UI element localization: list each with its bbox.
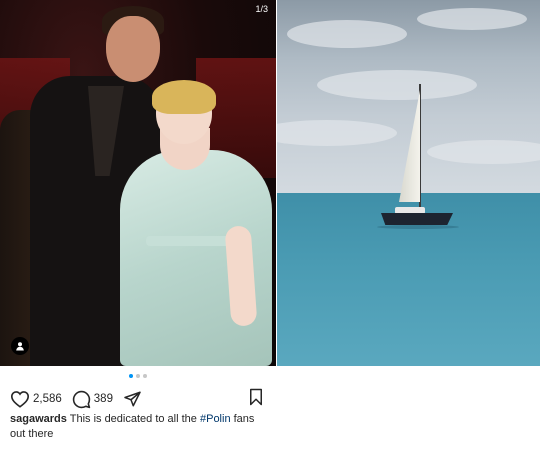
post-photo[interactable]: 1/3: [0, 0, 276, 366]
post-actions: 2,586 389: [10, 388, 270, 410]
bookmark-icon: [250, 388, 262, 406]
carousel-dot-3[interactable]: [143, 374, 147, 378]
comment-icon: [72, 390, 90, 408]
person-icon: [16, 342, 24, 351]
heart-icon: [10, 391, 30, 408]
cloud: [287, 20, 407, 48]
save-button[interactable]: [248, 388, 264, 411]
instagram-post: 1/3 2,586 389 sagawards This is dedicate…: [0, 0, 276, 450]
send-icon: [124, 391, 141, 407]
comment-button[interactable]: 389: [72, 390, 113, 409]
man-head: [106, 16, 160, 82]
like-button[interactable]: 2,586: [10, 390, 62, 408]
like-count: 2,586: [33, 393, 62, 405]
cloud: [417, 8, 527, 30]
comment-count: 389: [93, 393, 113, 405]
caption-username[interactable]: sagawards: [10, 413, 67, 425]
post-caption: sagawards This is dedicated to all the #…: [10, 412, 272, 442]
share-button[interactable]: [123, 390, 142, 408]
boat-reflection: [377, 225, 459, 229]
sailboat-photo: [277, 0, 540, 366]
carousel-dot-2[interactable]: [136, 374, 140, 378]
boat-deck: [395, 207, 425, 214]
image-counter: 1/3: [255, 4, 268, 14]
caption-text-start: This is dedicated to all the: [66, 413, 200, 425]
user-tag-button[interactable]: [11, 337, 29, 355]
dress-belt: [146, 236, 232, 246]
blank-area: [277, 366, 540, 450]
carousel-dot-1[interactable]: [129, 374, 133, 378]
boat-hull: [381, 213, 453, 225]
caption-hashtag[interactable]: #Polin: [200, 413, 231, 425]
cloud: [317, 70, 477, 100]
carousel-indicator: [0, 374, 276, 378]
woman-hair: [152, 80, 216, 114]
